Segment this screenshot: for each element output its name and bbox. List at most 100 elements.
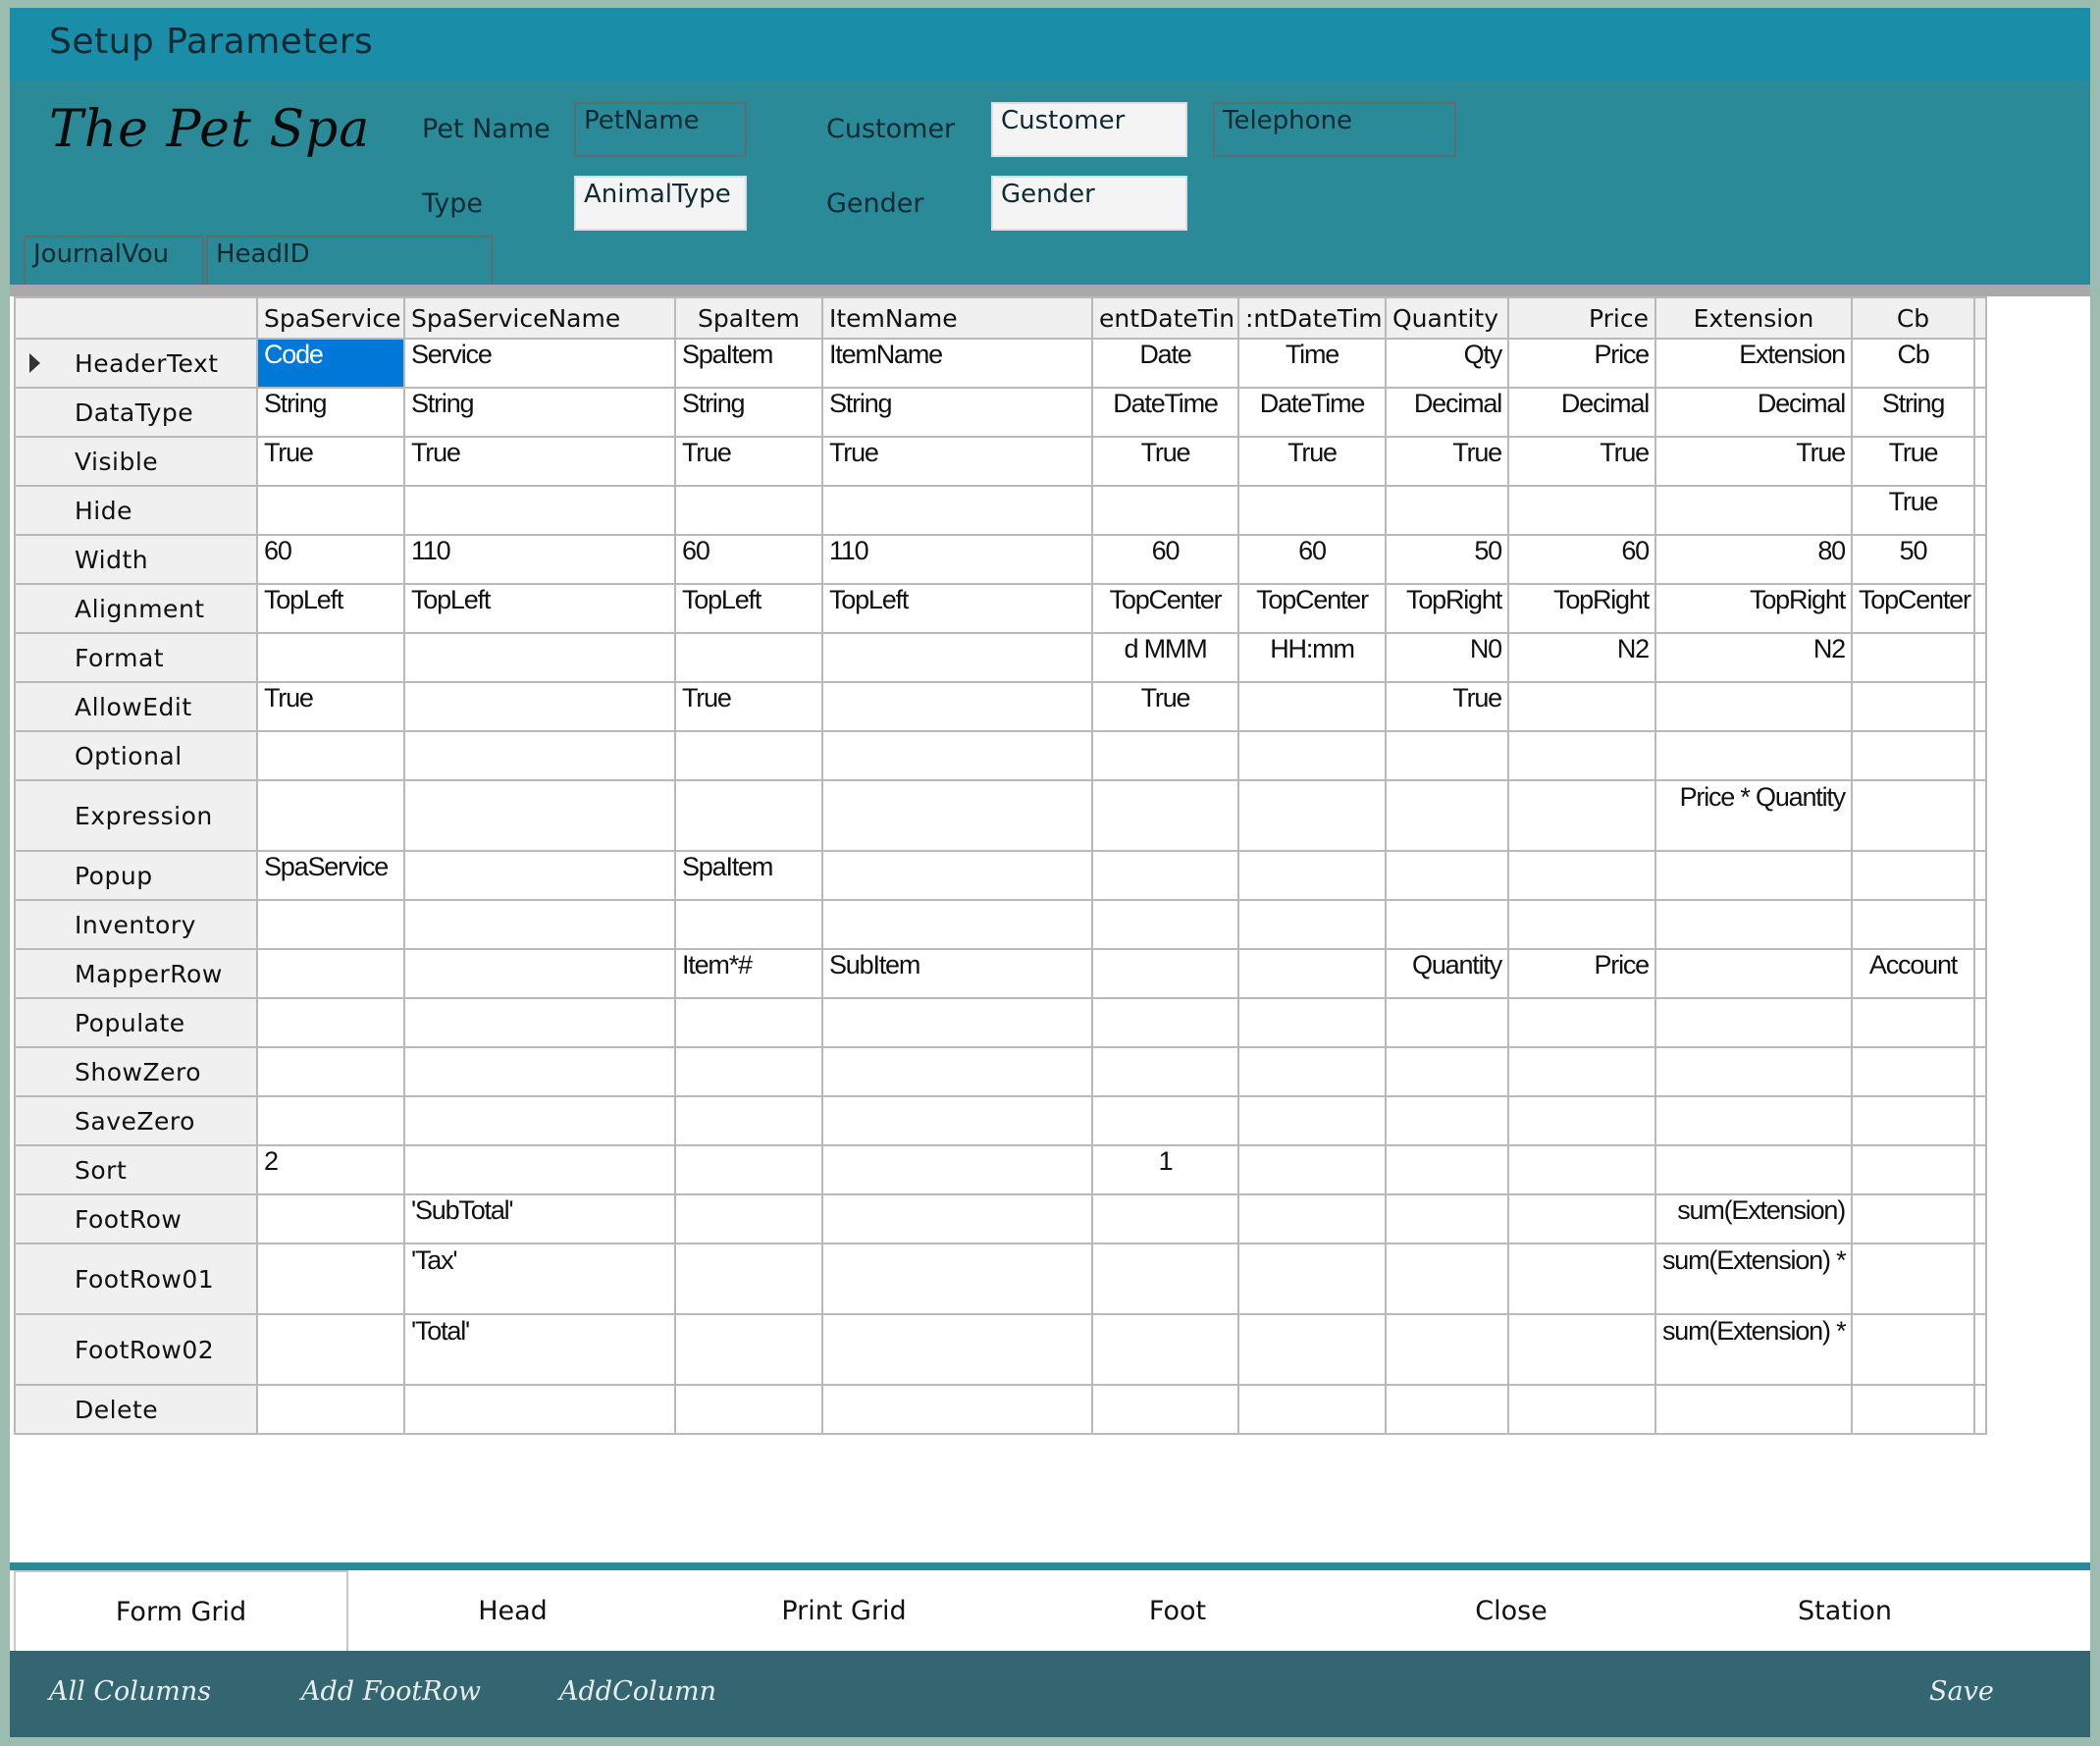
grid-cell[interactable] — [821, 1193, 1093, 1244]
grid-cell[interactable] — [821, 632, 1093, 683]
grid-cell[interactable]: True — [821, 436, 1093, 487]
grid-cell[interactable]: 110 — [403, 534, 676, 585]
grid-cell[interactable]: 'SubTotal' — [403, 1193, 676, 1244]
row-header[interactable]: HeaderText — [14, 338, 258, 389]
grid-cell[interactable]: 60 — [256, 534, 405, 585]
grid-cell[interactable] — [256, 632, 405, 683]
grid-cell[interactable] — [1091, 779, 1239, 852]
grid-cell[interactable]: String — [821, 387, 1093, 438]
grid-cell[interactable] — [1851, 850, 1975, 901]
grid-cell[interactable] — [256, 730, 405, 781]
grid-cell[interactable]: 60 — [1507, 534, 1656, 585]
grid-cell[interactable] — [821, 899, 1093, 950]
grid-cell[interactable] — [1851, 681, 1975, 732]
grid-cell[interactable] — [1507, 1243, 1656, 1315]
parameters-grid[interactable]: SpaServicе SpaServiceName SpaItem ItemName e… — [14, 296, 1987, 1435]
grid-cell[interactable]: True — [1091, 436, 1239, 487]
grid-cell[interactable] — [821, 1046, 1093, 1097]
grid-cell[interactable]: DateTime — [1237, 387, 1387, 438]
tab-foot[interactable]: Foot — [1011, 1570, 1344, 1651]
grid-cell[interactable] — [674, 997, 823, 1048]
grid-cell[interactable] — [1237, 1313, 1387, 1386]
row-header[interactable]: Alignment — [14, 583, 258, 634]
grid-cell[interactable] — [1507, 1046, 1656, 1097]
column-header[interactable]: Price — [1507, 296, 1656, 340]
grid-cell[interactable]: True — [1385, 436, 1509, 487]
tab-print-grid[interactable]: Print Grid — [677, 1570, 1011, 1651]
grid-cell[interactable]: String — [256, 387, 405, 438]
row-header[interactable]: FootRow01 — [14, 1243, 258, 1315]
gender-field[interactable]: Gender — [991, 176, 1187, 231]
column-header[interactable]: :ntDateTim — [1237, 296, 1387, 340]
grid-cell[interactable] — [821, 730, 1093, 781]
row-header[interactable]: Format — [14, 632, 258, 683]
grid-cell[interactable]: SpaItem — [674, 850, 823, 901]
grid-cell[interactable] — [1851, 1144, 1975, 1195]
grid-cell[interactable] — [1091, 850, 1239, 901]
animal-type-field[interactable]: AnimalType — [574, 176, 747, 231]
grid-cell[interactable]: TopLeft — [674, 583, 823, 634]
grid-cell[interactable] — [1507, 730, 1656, 781]
grid-cell[interactable] — [1507, 997, 1656, 1048]
grid-cell[interactable] — [1091, 1243, 1239, 1315]
grid-cell[interactable]: Decimal — [1385, 387, 1509, 438]
grid-cell[interactable] — [1091, 1095, 1239, 1146]
grid-cell[interactable] — [1507, 779, 1656, 852]
grid-cell[interactable] — [1654, 681, 1853, 732]
grid-cell[interactable] — [256, 997, 405, 1048]
grid-cell[interactable]: SubItem — [821, 948, 1093, 999]
grid-cell[interactable]: 'Total' — [403, 1313, 676, 1386]
grid-cell[interactable] — [1237, 1193, 1387, 1244]
grid-cell[interactable]: SpaItem — [674, 338, 823, 389]
grid-cell[interactable]: Account — [1851, 948, 1975, 999]
row-header[interactable]: AllowEdit — [14, 681, 258, 732]
telephone-field[interactable]: Telephone — [1213, 102, 1456, 157]
grid-cell[interactable]: TopRight — [1385, 583, 1509, 634]
grid-cell[interactable] — [821, 850, 1093, 901]
grid-cell[interactable]: True — [674, 681, 823, 732]
grid-cell[interactable] — [1385, 1243, 1509, 1315]
grid-cell[interactable] — [674, 1095, 823, 1146]
grid-cell[interactable] — [1091, 730, 1239, 781]
grid-cell[interactable] — [1385, 997, 1509, 1048]
grid-cell[interactable]: True — [403, 436, 676, 487]
grid-cell[interactable] — [1385, 850, 1509, 901]
grid-cell[interactable] — [821, 1313, 1093, 1386]
grid-cell[interactable] — [1851, 1384, 1975, 1435]
grid-cell[interactable] — [1851, 1095, 1975, 1146]
column-header[interactable]: ItemName — [821, 296, 1093, 340]
grid-cell[interactable]: 80 — [1654, 534, 1853, 585]
grid-cell[interactable]: True — [256, 436, 405, 487]
grid-cell[interactable]: N2 — [1507, 632, 1656, 683]
grid-cell[interactable] — [256, 485, 405, 536]
tab-close[interactable]: Close — [1344, 1570, 1678, 1651]
grid-cell[interactable]: Extension — [1654, 338, 1853, 389]
grid-cell[interactable] — [821, 1243, 1093, 1315]
tab-form-grid[interactable]: Form Grid — [14, 1570, 348, 1651]
grid-cell[interactable]: Price — [1507, 948, 1656, 999]
row-header[interactable]: Populate — [14, 997, 258, 1048]
grid-cell[interactable]: True — [1851, 436, 1975, 487]
grid-cell[interactable]: True — [1091, 681, 1239, 732]
grid-cell[interactable] — [403, 850, 676, 901]
grid-cell[interactable]: True — [1851, 485, 1975, 536]
journal-vou-field[interactable]: JournalVou — [24, 236, 204, 291]
grid-cell[interactable]: sum(Extension) * 1.083 — [1654, 1313, 1853, 1386]
row-header[interactable]: ShowZero — [14, 1046, 258, 1097]
grid-cell[interactable] — [403, 485, 676, 536]
grid-cell[interactable]: Price * Quantity — [1654, 779, 1853, 852]
grid-cell[interactable] — [821, 1384, 1093, 1435]
grid-cell[interactable]: DateTime — [1091, 387, 1239, 438]
grid-cell[interactable] — [674, 485, 823, 536]
grid-cell[interactable] — [403, 1144, 676, 1195]
grid-cell[interactable] — [1654, 850, 1853, 901]
row-header[interactable]: Visible — [14, 436, 258, 487]
grid-cell[interactable]: TopLeft — [256, 583, 405, 634]
grid-cell[interactable] — [1091, 948, 1239, 999]
grid-cell[interactable]: Decimal — [1507, 387, 1656, 438]
grid-cell[interactable] — [821, 1144, 1093, 1195]
grid-cell[interactable] — [1237, 997, 1387, 1048]
grid-cell[interactable] — [1507, 1193, 1656, 1244]
grid-cell[interactable] — [1091, 997, 1239, 1048]
grid-cell[interactable]: TopCenter — [1237, 583, 1387, 634]
